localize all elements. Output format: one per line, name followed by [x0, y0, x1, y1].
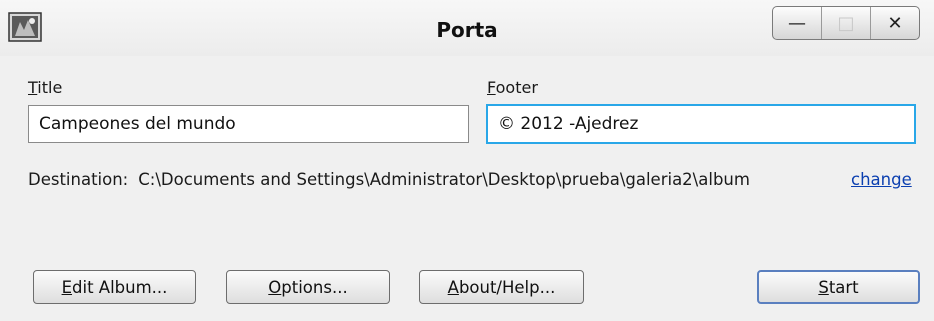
minimize-button[interactable]: —	[773, 7, 822, 39]
options-button[interactable]: Options...	[226, 270, 390, 304]
start-button[interactable]: Start	[757, 270, 920, 304]
edit-album-button[interactable]: Edit Album...	[33, 270, 196, 304]
porta-window: Porta — □ ✕ Title Footer Destination: C:\…	[0, 0, 934, 321]
destination-path: C:\Documents and Settings\Administrator\…	[138, 170, 750, 189]
about-help-button[interactable]: About/Help...	[419, 270, 584, 304]
title-bar[interactable]: Porta — □ ✕	[0, 0, 934, 56]
minimize-icon: —	[788, 12, 806, 34]
title-label: Title	[28, 78, 63, 97]
footer-label: Footer	[487, 78, 538, 97]
destination-row: Destination: C:\Documents and Settings\Ad…	[28, 170, 750, 189]
footer-input[interactable]	[486, 104, 916, 144]
close-icon: ✕	[887, 12, 903, 34]
window-controls: — □ ✕	[772, 6, 920, 40]
destination-label: Destination:	[28, 170, 129, 189]
maximize-button[interactable]: □	[822, 7, 871, 39]
title-input[interactable]	[28, 105, 469, 143]
change-destination-link[interactable]: change	[851, 170, 912, 189]
maximize-icon: □	[837, 12, 855, 34]
close-button[interactable]: ✕	[871, 7, 919, 39]
